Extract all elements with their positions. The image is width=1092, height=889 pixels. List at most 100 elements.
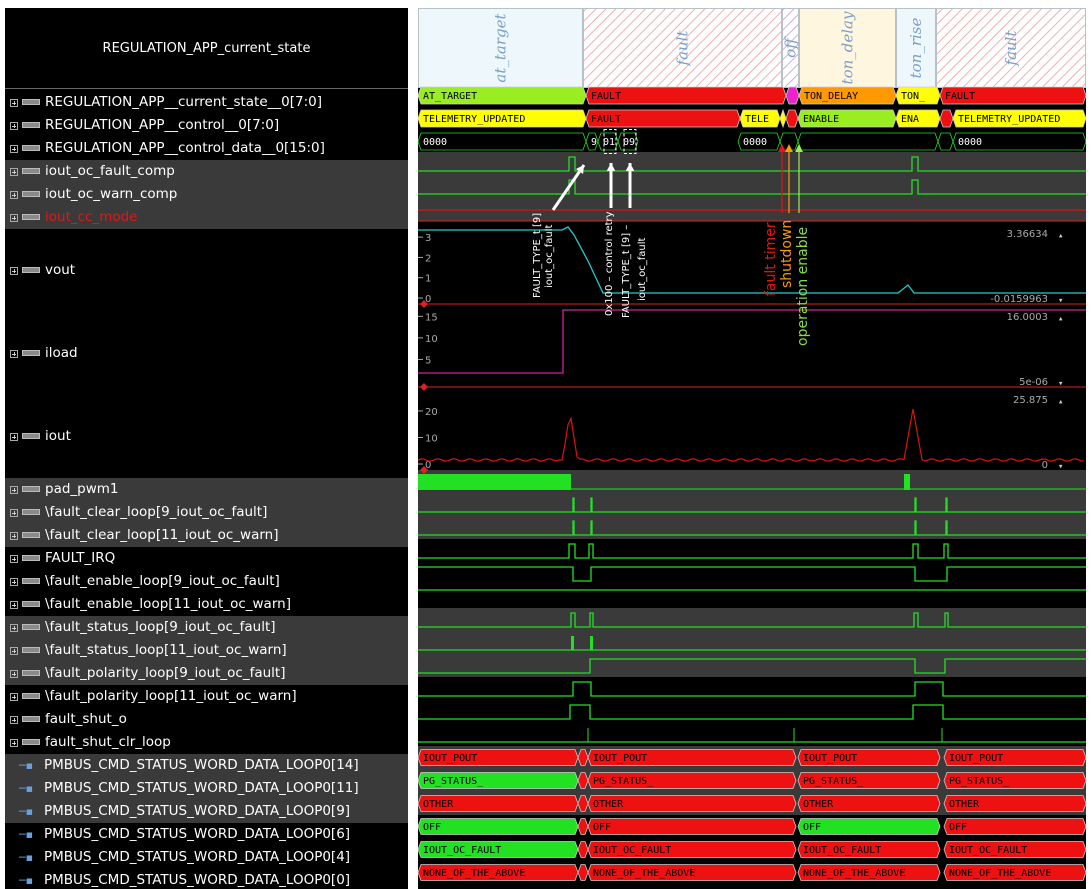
signal-row[interactable]: ─▪ PMBUS_CMD_STATUS_WORD_DATA_LOOP0[6] — [5, 823, 408, 846]
bus-icon — [22, 670, 40, 676]
bus-icon — [22, 509, 40, 515]
bus-value: 0000 — [958, 137, 982, 148]
signal-row[interactable]: \fault_status_loop[11_iout_oc_warn] — [5, 639, 408, 662]
expand-icon[interactable] — [10, 267, 18, 275]
bus-value: OTHER — [949, 799, 980, 810]
bus-value: AT_TARGET — [423, 91, 477, 102]
bus-icon — [22, 739, 40, 745]
signal-row[interactable]: \fault_clear_loop[11_iout_oc_warn] — [5, 524, 408, 547]
signal-name: PMBUS_CMD_STATUS_WORD_DATA_LOOP0[6] — [44, 826, 351, 842]
scroll-down-icon: ▾ — [1058, 296, 1063, 306]
expand-icon[interactable] — [10, 693, 18, 701]
signal-row[interactable]: fault_shut_o — [5, 708, 408, 731]
bus-icon — [22, 267, 40, 273]
signal-name: \fault_enable_loop[11_iout_oc_warn] — [45, 596, 291, 612]
expand-icon[interactable] — [10, 555, 18, 563]
annotation-text: 0x100 – control retry — [604, 211, 615, 316]
bus-value: IOUT_OC_FAULT — [803, 845, 881, 856]
signal-name: REGULATION_APP__current_state__0[7:0] — [45, 94, 322, 110]
signal-row[interactable]: fault_shut_clr_loop — [5, 731, 408, 754]
phase-label: fault — [1002, 30, 1020, 67]
signal-row[interactable]: pad_pwm1 — [5, 478, 408, 501]
signal-row[interactable]: iload — [5, 312, 408, 395]
expand-icon[interactable] — [10, 191, 18, 199]
signal-row[interactable]: iout_oc_fault_comp — [5, 160, 408, 183]
phase-label: ton_rise — [907, 17, 925, 78]
bus-segment — [939, 109, 954, 128]
expand-icon[interactable] — [10, 214, 18, 222]
status-pulse — [571, 636, 574, 650]
bus-value: OTHER — [593, 799, 624, 810]
bit-signal-icon: ─▪ — [19, 759, 34, 772]
annotation-text: FAULT_TYPE_t [9] — [532, 213, 543, 298]
scroll-down-icon: ▾ — [1058, 379, 1063, 389]
expand-icon[interactable] — [10, 433, 18, 441]
expand-icon[interactable] — [10, 532, 18, 540]
expand-icon[interactable] — [10, 486, 18, 494]
bus-icon — [22, 486, 40, 492]
max-value-label: 25.875 — [1013, 395, 1048, 406]
bus-value: ENABLE — [803, 114, 839, 125]
max-value-label: 16.0003 — [1007, 312, 1048, 323]
bus-value: IOUT_POUT — [949, 753, 1003, 764]
bus-value: IOUT_POUT — [593, 753, 647, 764]
expand-icon[interactable] — [10, 509, 18, 517]
signal-name: PMBUS_CMD_STATUS_WORD_DATA_LOOP0[4] — [44, 849, 351, 865]
signal-row[interactable]: \fault_enable_loop[11_iout_oc_warn] — [5, 593, 408, 616]
signal-row[interactable]: \fault_polarity_loop[11_iout_oc_warn] — [5, 685, 408, 708]
signal-row[interactable]: REGULATION_APP__control_data__0[15:0] — [5, 137, 408, 160]
expand-icon[interactable] — [10, 168, 18, 176]
signal-row[interactable]: \fault_clear_loop[9_iout_oc_fault] — [5, 501, 408, 524]
signal-row[interactable]: ─▪ PMBUS_CMD_STATUS_WORD_DATA_LOOP0[0] — [5, 869, 408, 889]
signal-row[interactable]: REGULATION_APP__current_state__0[7:0] — [5, 91, 408, 114]
expand-icon[interactable] — [10, 99, 18, 107]
expand-icon[interactable] — [10, 578, 18, 586]
expand-icon[interactable] — [10, 647, 18, 655]
signal-name: FAULT_IRQ — [45, 550, 116, 566]
signal-name: PMBUS_CMD_STATUS_WORD_DATA_LOOP0[9] — [44, 803, 351, 819]
signal-row[interactable]: ─▪ PMBUS_CMD_STATUS_WORD_DATA_LOOP0[9] — [5, 800, 408, 823]
signal-row[interactable]: iout_cc_mode — [5, 206, 408, 229]
signal-row[interactable]: ─▪ PMBUS_CMD_STATUS_WORD_DATA_LOOP0[4] — [5, 846, 408, 869]
signal-row[interactable]: \fault_polarity_loop[9_iout_oc_fault] — [5, 662, 408, 685]
expand-icon[interactable] — [10, 601, 18, 609]
expand-icon[interactable] — [10, 122, 18, 130]
signal-row[interactable]: REGULATION_APP__control__0[7:0] — [5, 114, 408, 137]
signal-name: REGULATION_APP__control__0[7:0] — [45, 117, 280, 133]
bus-value: 0000 — [743, 137, 767, 148]
signal-row[interactable]: iout — [5, 395, 408, 478]
annotation-fault-timer: fault timer — [763, 222, 779, 296]
expand-icon[interactable] — [10, 739, 18, 747]
bus-value: 0000 — [423, 137, 447, 148]
expand-icon[interactable] — [10, 670, 18, 678]
bus-segment — [785, 86, 800, 105]
signal-name: \fault_status_loop[9_iout_oc_fault] — [45, 619, 276, 635]
signal-row[interactable]: ─▪ PMBUS_CMD_STATUS_WORD_DATA_LOOP0[11] — [5, 777, 408, 800]
signal-row[interactable]: ─▪ PMBUS_CMD_STATUS_WORD_DATA_LOOP0[14] — [5, 754, 408, 777]
signal-row[interactable]: \fault_status_loop[9_iout_oc_fault] — [5, 616, 408, 639]
bus-icon — [22, 99, 40, 105]
signal-row[interactable]: vout — [5, 229, 408, 312]
bus-value: TELEMETRY_UPDATED — [423, 114, 525, 125]
bus-value: IOUT_OC_FAULT — [593, 845, 671, 856]
annotation-text: iout_oc_fault — [544, 224, 555, 288]
bus-value: IOUT_POUT — [803, 753, 857, 764]
expand-icon[interactable] — [10, 145, 18, 153]
waveform-pane[interactable]: at_target fault off ton_delay ton_rise fault A… — [418, 8, 1086, 889]
column-header: REGULATION_APP_current_state — [5, 8, 408, 89]
signal-row[interactable]: \fault_enable_loop[9_iout_oc_fault] — [5, 570, 408, 593]
pwm-bar — [904, 474, 910, 490]
bus-value: TELE — [745, 114, 769, 125]
annotation-text: iout_oc_fault — [637, 237, 648, 301]
expand-icon[interactable] — [10, 716, 18, 724]
expand-icon[interactable] — [10, 624, 18, 632]
signal-name: \fault_polarity_loop[9_iout_oc_fault] — [45, 665, 286, 681]
signal-name: vout — [45, 262, 76, 278]
pane-divider[interactable] — [408, 8, 418, 889]
signal-row[interactable]: FAULT_IRQ — [5, 547, 408, 570]
min-value-label: 0 — [1042, 460, 1048, 471]
signal-row[interactable]: iout_oc_warn_comp — [5, 183, 408, 206]
bus-value: FAULT — [591, 114, 621, 125]
bus-value: IOUT_OC_FAULT — [949, 845, 1027, 856]
expand-icon[interactable] — [10, 350, 18, 358]
